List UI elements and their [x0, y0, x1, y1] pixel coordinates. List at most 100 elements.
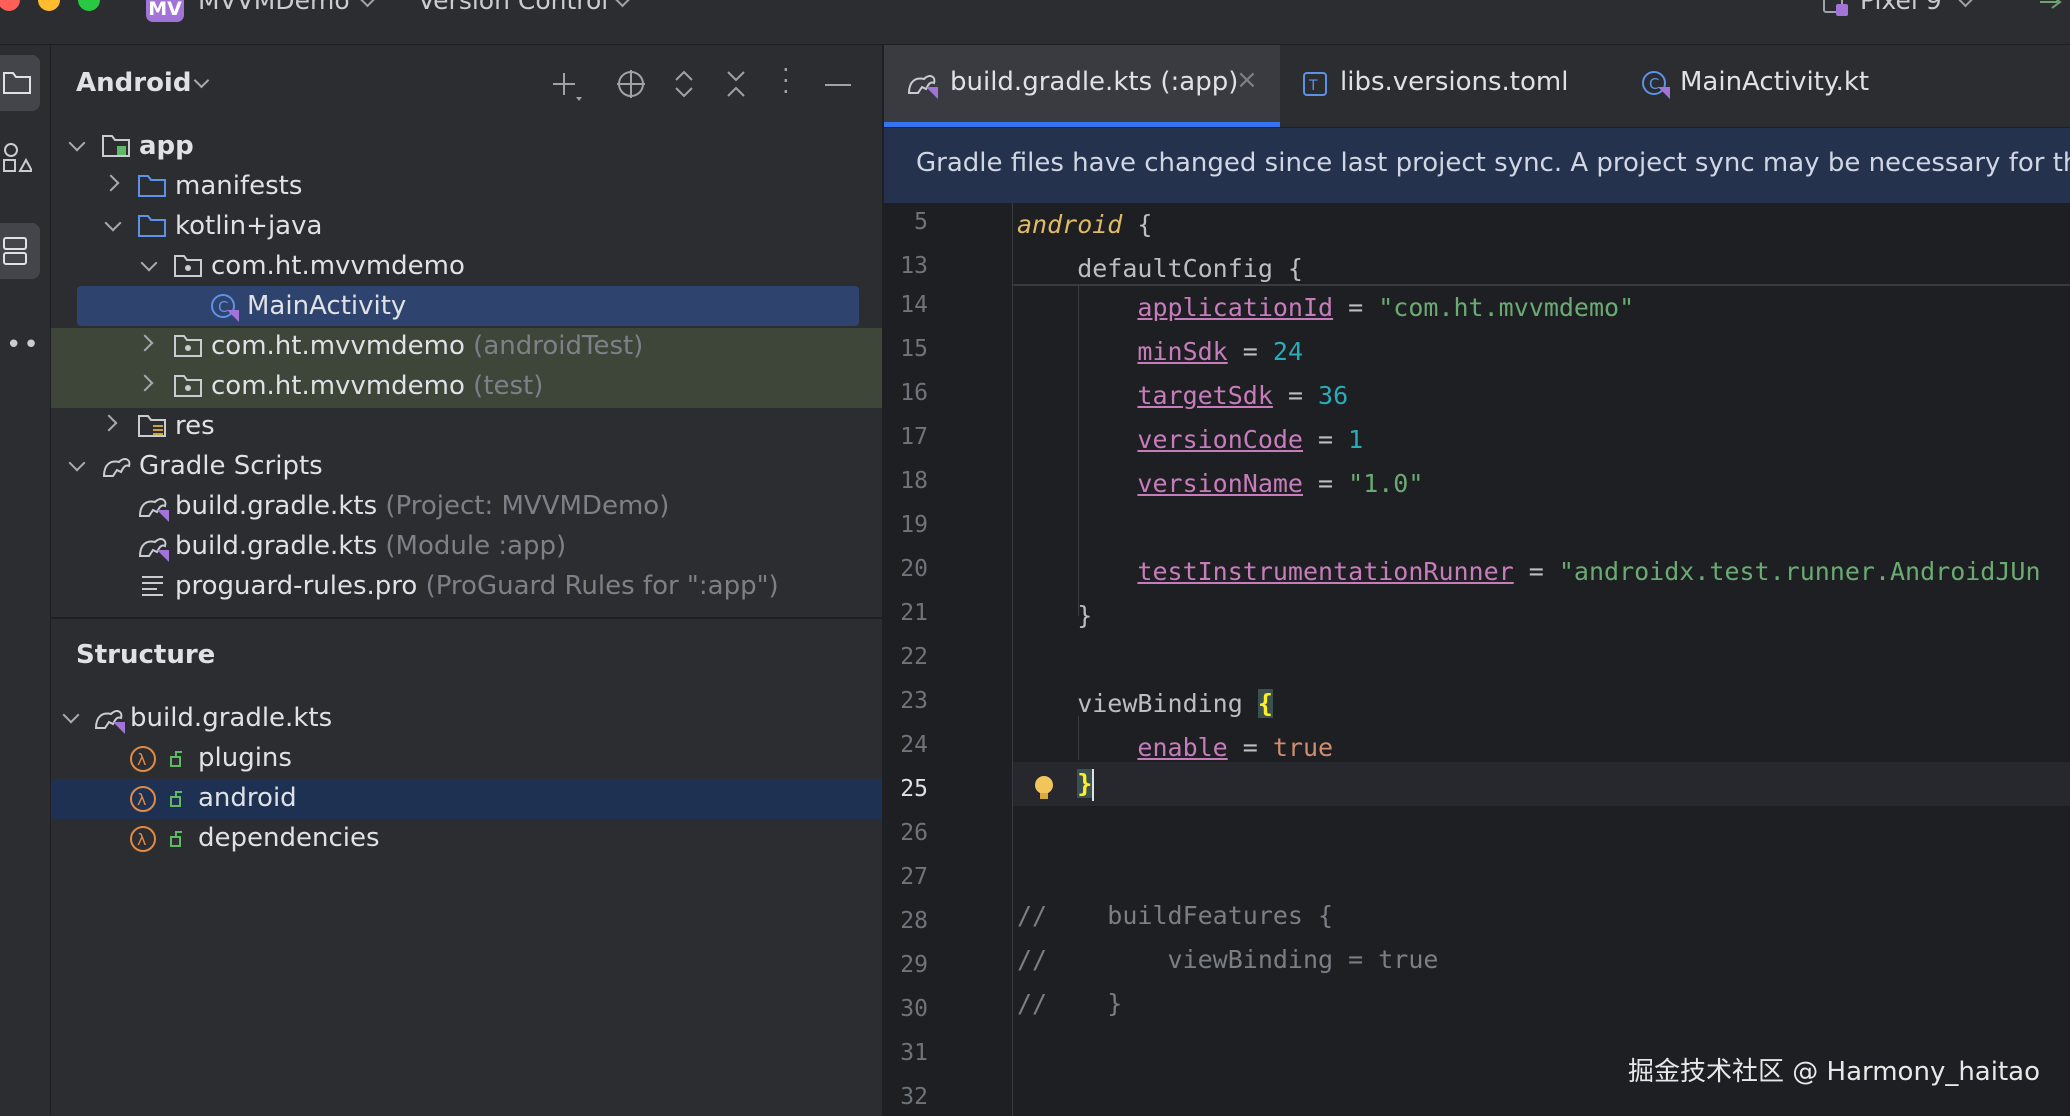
more-tools-icon[interactable]: ••	[6, 332, 41, 358]
close-tab-icon[interactable]: ×	[1236, 65, 1258, 95]
tree-row-res[interactable]: res	[51, 407, 882, 447]
code-line-28[interactable]: // viewBinding = true	[1017, 938, 2070, 982]
project-badge[interactable]: MV	[146, 0, 184, 22]
tree-label: MainActivity	[247, 291, 407, 321]
line-number: 31	[900, 1040, 928, 1066]
tree-row-manifests[interactable]: manifests	[51, 167, 882, 207]
code-token: // }	[1017, 989, 1123, 1018]
tab-libs-versions[interactable]: T libs.versions.toml	[1280, 45, 1610, 127]
sync-banner-text: Gradle files have changed since last pro…	[916, 148, 2070, 178]
tab-label: MainActivity.kt	[1680, 67, 1870, 97]
svg-text:C: C	[218, 298, 228, 316]
tree-qualifier: (ProGuard Rules for ":app")	[425, 571, 779, 601]
code-line-5[interactable]: android {	[1017, 203, 2070, 247]
zoom-window-button[interactable]	[78, 0, 100, 11]
code-token: viewBinding	[1017, 689, 1258, 718]
tree-qualifier: (test)	[473, 371, 544, 401]
chevron-down-icon[interactable]	[68, 454, 86, 472]
minimize-window-button[interactable]	[38, 0, 60, 11]
line-number: 13	[900, 253, 928, 279]
chevron-down-icon[interactable]	[104, 214, 122, 232]
tool-window-stripe: ••	[0, 45, 51, 1116]
line-number: 5	[914, 209, 928, 235]
code-line-18[interactable]: versionName = "1.0"	[1017, 462, 2070, 506]
chevron-down-icon[interactable]	[68, 134, 86, 152]
close-window-button[interactable]	[0, 0, 20, 11]
resource-manager-button[interactable]	[0, 131, 40, 187]
tree-row-build-gradle-module[interactable]: build.gradle.kts (Module :app)	[51, 527, 882, 567]
code-line-15[interactable]: minSdk = 24	[1017, 330, 2070, 374]
run-config-icon[interactable]	[2040, 0, 2070, 14]
code-token: 36	[1318, 381, 1349, 410]
tree-row-proguard[interactable]: proguard-rules.pro (ProGuard Rules for "…	[51, 567, 882, 607]
hide-panel-icon[interactable]	[825, 84, 851, 86]
code-line-17[interactable]: versionCode = 1	[1017, 418, 2070, 462]
tree-row-app[interactable]: app	[51, 127, 882, 167]
chevron-down-icon[interactable]	[193, 72, 210, 89]
tree-row-android-test[interactable]: com.ht.mvvmdemo (androidTest)	[51, 327, 882, 367]
chevron-right-icon[interactable]	[102, 174, 120, 192]
code-line-21[interactable]: }	[1017, 594, 2070, 638]
tree-label: build.gradle.kts	[175, 531, 378, 561]
code-line-23[interactable]: viewBinding {	[1017, 682, 2070, 726]
tree-qualifier: (Module :app)	[385, 531, 567, 561]
tree-row-package[interactable]: com.ht.mvvmdemo	[51, 247, 882, 287]
tree-label: Gradle Scripts	[139, 451, 323, 481]
structure-tool-button[interactable]	[0, 223, 40, 279]
expand-all-icon[interactable]	[671, 69, 697, 99]
shapes-icon	[3, 143, 32, 172]
line-number: 20	[900, 556, 928, 582]
kotlin-class-icon: C	[1642, 71, 1670, 99]
collapse-all-icon[interactable]	[723, 69, 749, 99]
chevron-down-icon[interactable]	[62, 706, 80, 724]
tree-row-mainactivity[interactable]: C MainActivity	[51, 286, 882, 327]
code-line-20[interactable]: testInstrumentationRunner = "androidx.te…	[1017, 550, 2070, 594]
line-number: 22	[900, 644, 928, 670]
chevron-down-icon[interactable]	[614, 0, 631, 8]
chevron-down-icon[interactable]	[1957, 0, 1974, 8]
chevron-down-icon[interactable]	[359, 0, 376, 8]
gradle-kts-icon	[138, 498, 169, 522]
code-token: 1	[1348, 425, 1364, 454]
chevron-down-icon[interactable]	[140, 254, 158, 272]
chevron-right-icon[interactable]	[136, 374, 154, 392]
code-line-29[interactable]: // }	[1017, 982, 2070, 1026]
structure-item-android[interactable]: λ android	[51, 779, 882, 819]
tree-row-build-gradle-project[interactable]: build.gradle.kts (Project: MVVMDemo)	[51, 487, 882, 527]
toml-icon: T	[1303, 72, 1327, 96]
code-line-27[interactable]: // buildFeatures {	[1017, 894, 2070, 938]
more-options-icon[interactable]: · · ·	[782, 58, 790, 104]
tree-row-gradle-scripts[interactable]: Gradle Scripts	[51, 447, 882, 487]
code-token: =	[1513, 557, 1559, 586]
vcs-widget[interactable]: Version Control	[418, 0, 608, 15]
project-tool-button[interactable]	[0, 55, 40, 111]
lambda-icon: λ	[130, 786, 182, 812]
line-number: 17	[900, 424, 928, 450]
code-line-13[interactable]: defaultConfig {	[1017, 247, 2070, 291]
line-number: 24	[900, 732, 928, 758]
project-name[interactable]: MVVMDemo	[198, 0, 350, 15]
code-token: =	[1303, 469, 1349, 498]
code-line-25[interactable]: }	[1017, 762, 2070, 806]
tab-label: libs.versions.toml	[1340, 67, 1569, 97]
code-token: =	[1227, 733, 1273, 762]
structure-root-label: build.gradle.kts	[130, 703, 333, 733]
locate-icon[interactable]	[616, 69, 646, 99]
chevron-right-icon[interactable]	[100, 414, 118, 432]
tab-mainactivity[interactable]: C MainActivity.kt	[1610, 45, 1910, 127]
folder-icon	[138, 175, 166, 197]
structure-item-dependencies[interactable]: λ dependencies	[51, 819, 882, 859]
add-icon[interactable]	[550, 69, 584, 103]
project-view-selector[interactable]: Android	[76, 68, 191, 98]
device-selector[interactable]: Pixel 9	[1860, 0, 1942, 15]
code-line-14[interactable]: applicationId = "com.ht.mvvmdemo"	[1017, 286, 2070, 330]
structure-root[interactable]: build.gradle.kts	[51, 699, 882, 739]
chevron-right-icon[interactable]	[136, 334, 154, 352]
selection-highlight	[77, 286, 859, 326]
tab-build-gradle-app[interactable]: build.gradle.kts (:app) ×	[884, 45, 1280, 127]
code-line-16[interactable]: targetSdk = 36	[1017, 374, 2070, 418]
structure-item-plugins[interactable]: λ plugins	[51, 739, 882, 779]
tab-label: build.gradle.kts (:app)	[950, 67, 1239, 97]
tree-row-test[interactable]: com.ht.mvvmdemo (test)	[51, 367, 882, 407]
tree-row-kotlin-java[interactable]: kotlin+java	[51, 207, 882, 247]
